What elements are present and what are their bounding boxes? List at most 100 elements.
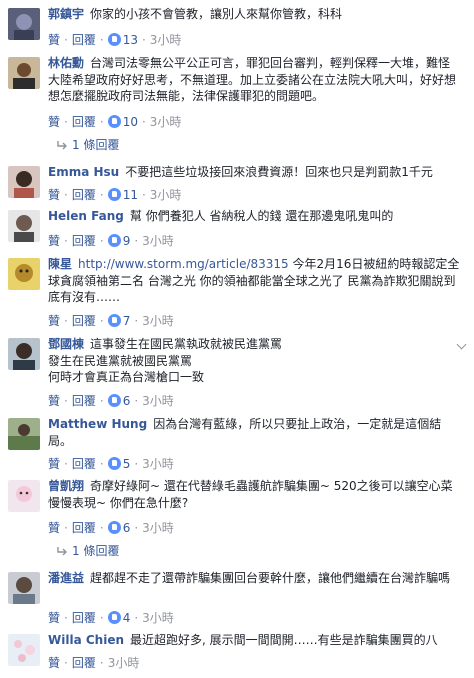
like-count[interactable]: 4 <box>123 611 131 625</box>
separator: · <box>99 656 104 670</box>
commenter-name[interactable]: 陳星 <box>48 257 72 271</box>
like-count[interactable]: 13 <box>123 33 138 47</box>
timestamp[interactable]: 3小時 <box>142 611 174 625</box>
like-icon <box>107 234 121 247</box>
avatar[interactable] <box>8 418 40 450</box>
reply-button[interactable]: 回覆 <box>72 188 96 202</box>
avatar[interactable] <box>8 57 40 89</box>
like-count[interactable]: 6 <box>123 521 131 535</box>
timestamp[interactable]: 3小時 <box>150 115 182 129</box>
like-button[interactable]: 贊 <box>48 611 60 625</box>
comment-text-line: 發生在民進黨就被國民黨罵 <box>48 353 193 368</box>
reply-arrow-icon <box>57 547 67 556</box>
like-button[interactable]: 贊 <box>48 33 60 47</box>
replies-count[interactable]: 1 條回覆 <box>72 138 119 152</box>
avatar[interactable] <box>8 8 40 40</box>
timestamp[interactable]: 3小時 <box>142 394 174 408</box>
separator: · <box>64 521 68 535</box>
reply-button[interactable]: 回覆 <box>72 234 96 248</box>
reply-button[interactable]: 回覆 <box>72 314 96 328</box>
like-count[interactable]: 11 <box>123 188 138 202</box>
reply-arrow-icon <box>57 141 67 150</box>
reply-button[interactable]: 回覆 <box>72 115 96 129</box>
commenter-name[interactable]: 鄧國棟 <box>48 337 84 351</box>
reply-button[interactable]: 回覆 <box>72 521 96 535</box>
avatar[interactable] <box>8 258 40 290</box>
commenter-name[interactable]: 林佑勳 <box>48 56 84 70</box>
comment-actions: 贊 · 回覆 · 11 · 3小時 <box>48 186 181 203</box>
avatar[interactable] <box>8 166 40 198</box>
comment-text: 趕都趕不走了還帶詐騙集團回台要幹什麼，讓他們繼續在台灣詐騙嗎 <box>90 571 451 585</box>
avatar[interactable] <box>8 210 40 242</box>
reply-button[interactable]: 回覆 <box>72 33 96 47</box>
avatar[interactable] <box>8 572 40 604</box>
separator: · <box>99 457 104 471</box>
separator: · <box>99 314 104 328</box>
separator: · <box>99 188 104 202</box>
like-count[interactable]: 6 <box>123 394 131 408</box>
timestamp[interactable]: 3小時 <box>150 33 182 47</box>
separator: · <box>64 234 68 248</box>
separator: · <box>134 314 139 328</box>
like-count[interactable]: 5 <box>123 457 131 471</box>
commenter-name[interactable]: 郭鎮宇 <box>48 7 84 21</box>
avatar[interactable] <box>8 634 40 666</box>
like-button[interactable]: 贊 <box>48 234 60 248</box>
like-count[interactable]: 9 <box>123 234 131 248</box>
like-button[interactable]: 贊 <box>48 521 60 535</box>
separator: · <box>99 115 104 129</box>
timestamp[interactable]: 3小時 <box>150 188 182 202</box>
like-button[interactable]: 贊 <box>48 188 60 202</box>
like-button[interactable]: 贊 <box>48 457 60 471</box>
reply-button[interactable]: 回覆 <box>72 611 96 625</box>
like-count[interactable]: 10 <box>123 115 138 129</box>
comment-feed: 郭鎮宇 你家的小孩不會管教，讓別人來幫你管教，科科 贊 · 回覆 · 13 · 3小時 林佑勳… <box>0 0 474 678</box>
like-icon <box>107 115 121 128</box>
timestamp[interactable]: 3小時 <box>142 314 174 328</box>
view-replies-link[interactable]: 1 條回覆 <box>56 136 119 153</box>
commenter-name[interactable]: Emma Hsu <box>48 165 119 179</box>
timestamp[interactable]: 3小時 <box>142 521 174 535</box>
avatar[interactable] <box>8 338 40 370</box>
like-button[interactable]: 贊 <box>48 115 60 129</box>
like-button[interactable]: 贊 <box>48 656 60 670</box>
like-icon <box>107 33 121 46</box>
like-count[interactable]: 7 <box>123 314 131 328</box>
replies-count[interactable]: 1 條回覆 <box>72 544 119 558</box>
like-icon <box>107 188 121 201</box>
comment-actions: 贊 · 回覆 · 6 · 3小時 <box>48 519 174 536</box>
commenter-name[interactable]: Willa Chien <box>48 633 124 647</box>
comment-text: 你家的小孩不會管教，讓別人來幫你管教，科科 <box>90 7 343 21</box>
like-button[interactable]: 贊 <box>48 394 60 408</box>
separator: · <box>134 457 139 471</box>
comment-text: 台灣司法零無公平公正可言，罪犯回台審判，輕判保釋一大堆，難怪大陸希望政府好好思考… <box>48 56 457 103</box>
commenter-name[interactable]: 曾凱翔 <box>48 479 84 493</box>
like-icon <box>107 314 121 327</box>
separator: · <box>64 611 68 625</box>
separator: · <box>99 394 104 408</box>
comment-text: 奇摩好綠阿~ 還在代替綠毛蟲護航詐騙集團~ 520之後可以讓空心菜慢慢表現~ 你… <box>48 479 453 510</box>
separator: · <box>64 656 68 670</box>
like-icon <box>107 521 121 534</box>
commenter-name[interactable]: 潘進益 <box>48 571 84 585</box>
timestamp[interactable]: 3小時 <box>142 234 174 248</box>
like-button[interactable]: 贊 <box>48 314 60 328</box>
reply-button[interactable]: 回覆 <box>72 457 96 471</box>
view-replies-link[interactable]: 1 條回覆 <box>56 542 119 559</box>
comment-text: 不要把這些垃圾接回來浪費資源！回來也只是判罰款1千元 <box>125 165 433 179</box>
separator: · <box>134 394 139 408</box>
commenter-name[interactable]: Matthew Hung <box>48 417 147 431</box>
comment-actions: 贊 · 回覆 · 5 · 3小時 <box>48 455 174 472</box>
separator: · <box>141 188 146 202</box>
comment-actions: 贊 · 回覆 · 7 · 3小時 <box>48 312 174 329</box>
separator: · <box>134 611 139 625</box>
avatar[interactable] <box>8 480 40 512</box>
article-link[interactable]: http://www.storm.mg/article/83315 <box>78 257 289 271</box>
timestamp[interactable]: 3小時 <box>108 656 140 670</box>
commenter-name[interactable]: Helen Fang <box>48 209 124 223</box>
like-icon <box>107 394 121 407</box>
reply-button[interactable]: 回覆 <box>72 656 96 670</box>
separator: · <box>99 611 104 625</box>
reply-button[interactable]: 回覆 <box>72 394 96 408</box>
timestamp[interactable]: 3小時 <box>142 457 174 471</box>
